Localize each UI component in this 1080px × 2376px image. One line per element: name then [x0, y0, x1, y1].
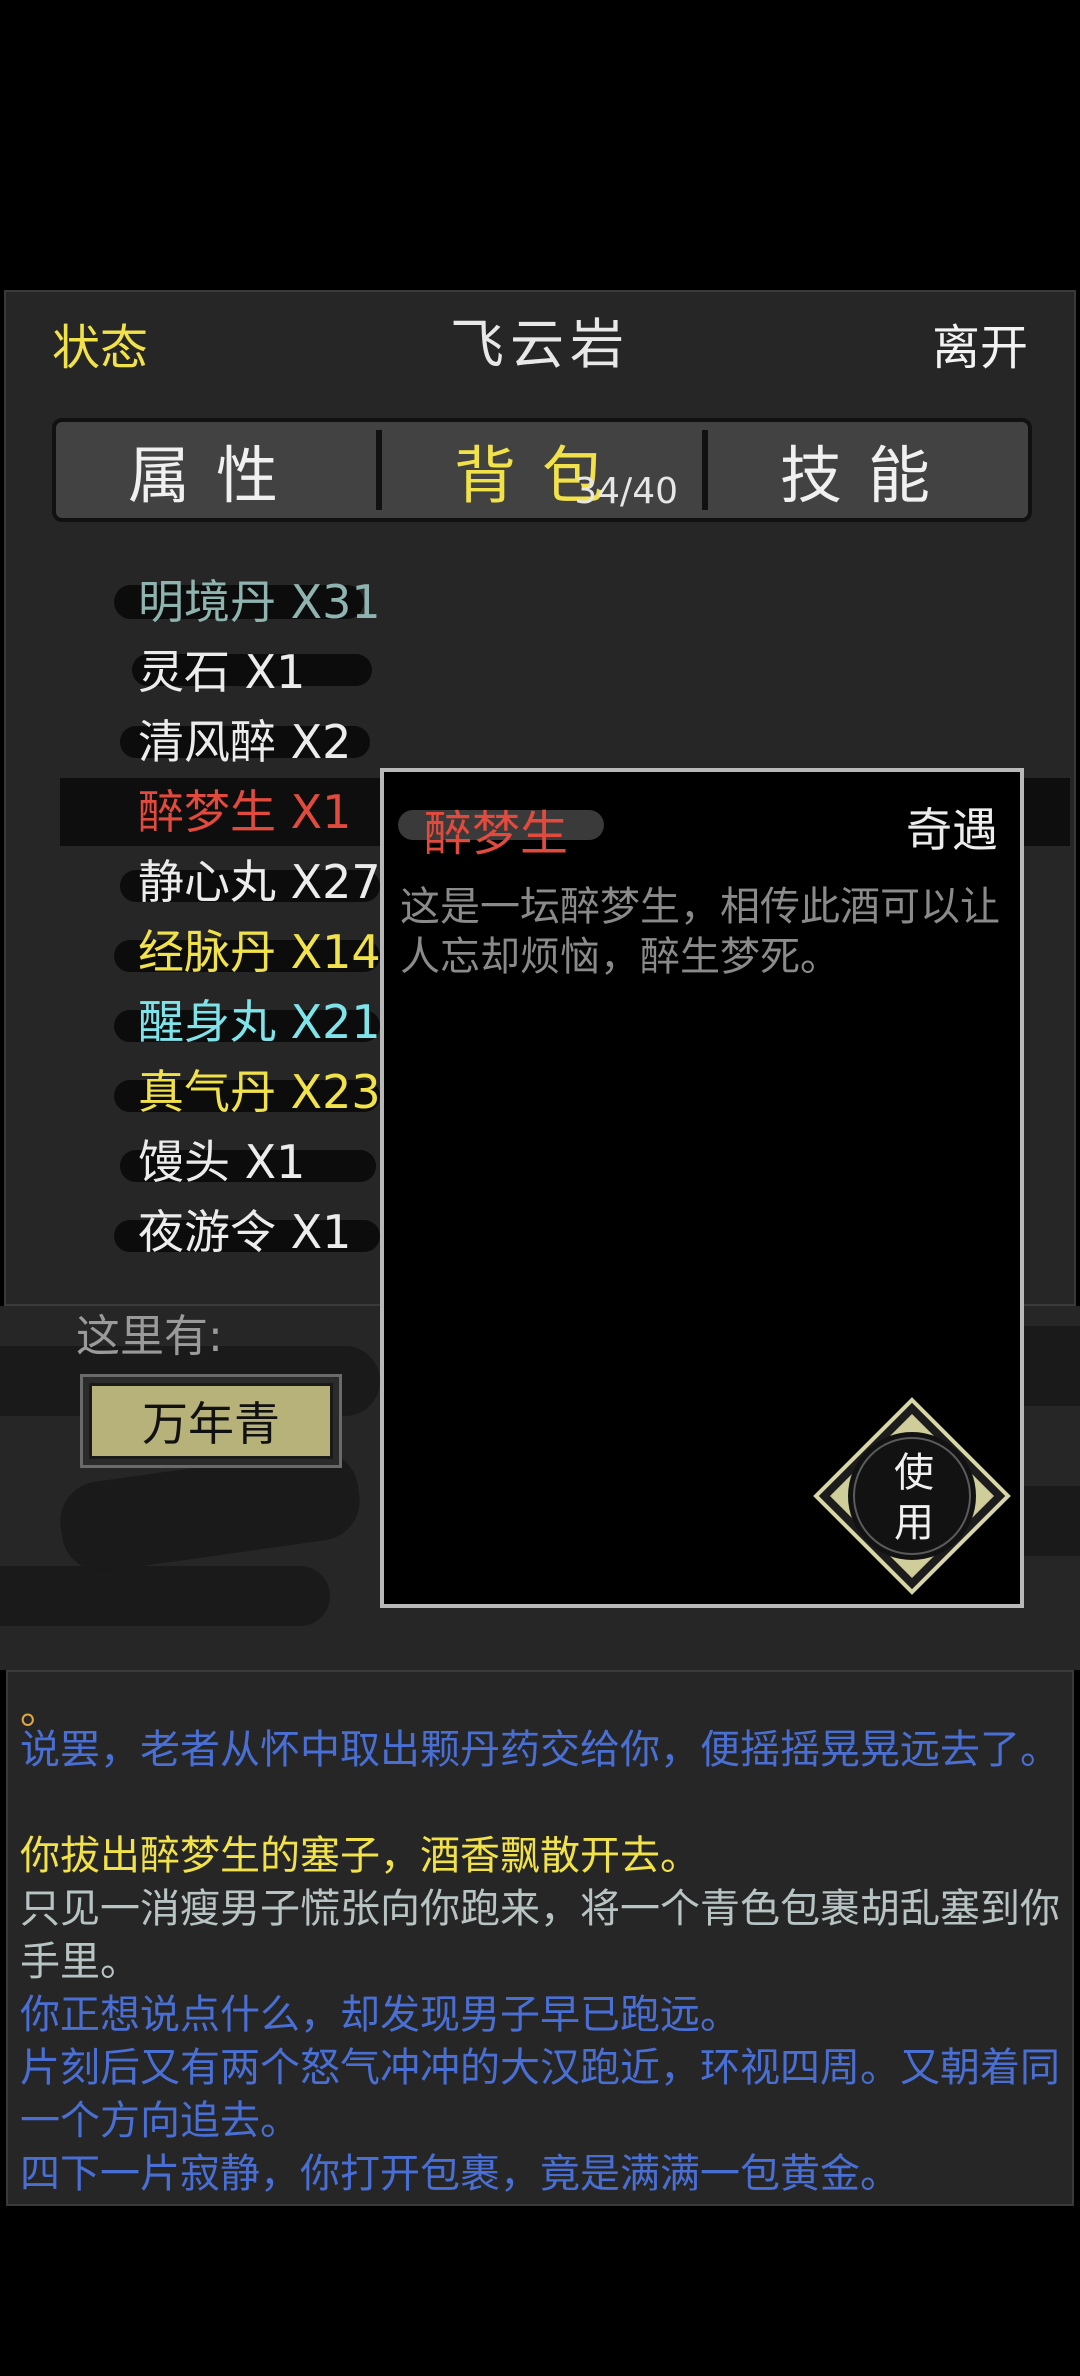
inventory-item[interactable]: 醒身丸 X21 — [138, 990, 381, 1054]
tab-bar: 属性 背包 34/40 技能 — [52, 418, 1032, 522]
item-description: 这是一坛醉梦生，相传此酒可以让人忘却烦恼，醉生梦死。 — [400, 884, 1000, 980]
inventory-item[interactable]: 静心丸 X27 — [138, 850, 381, 914]
here-label: 这里有: — [76, 1311, 223, 1362]
item-name: 醉梦生 — [424, 806, 569, 862]
npc-label: 万年青 — [89, 1383, 333, 1459]
log-line: 只见一消瘦男子慌张向你跑来，将一个青色包裹胡乱塞到你手里。 — [20, 1886, 1060, 1985]
bag-capacity: 34/40 — [574, 471, 678, 512]
use-label-bottom: 用 — [894, 1500, 934, 1546]
log-line: 片刻后又有两个怒气冲冲的大汉跑近，环视四周。又朝着同一个方向追去。 — [20, 2045, 1060, 2144]
npc-button[interactable]: 万年青 — [80, 1374, 342, 1468]
inventory-item[interactable]: 醉梦生 X1 — [138, 780, 351, 844]
tab-bag[interactable]: 背包 34/40 — [382, 422, 702, 518]
log-line: 说罢，老者从怀中取出颗丹药交给你，便摇摇晃晃远去了。 — [20, 1727, 1060, 1773]
location-title: 飞云岩 — [450, 313, 630, 376]
item-type: 奇遇 — [906, 803, 998, 857]
log-line: 四下一片寂静，你打开包裹，竟是满满一包黄金。 — [20, 2151, 900, 2197]
inventory-item[interactable]: 清风醉 X2 — [138, 710, 351, 774]
inventory-item[interactable]: 真气丹 X23 — [138, 1060, 381, 1124]
leave-button[interactable]: 离开 — [932, 308, 1028, 378]
inventory-item[interactable]: 经脉丹 X14 — [138, 920, 381, 984]
tab-attributes[interactable]: 属性 — [56, 422, 376, 518]
inventory-item[interactable]: 馒头 X1 — [138, 1130, 305, 1194]
inventory-item[interactable]: 灵石 X1 — [138, 640, 305, 704]
tab-skills[interactable]: 技能 — [708, 422, 1028, 518]
ink-streak — [0, 1566, 330, 1626]
use-label-top: 使 — [894, 1450, 934, 1496]
inventory-item[interactable]: 夜游令 X1 — [138, 1200, 351, 1264]
log-line: 你正想说点什么，却发现男子早已跑远。 — [20, 1992, 740, 2038]
inventory-item[interactable]: 明境丹 X31 — [138, 570, 381, 634]
log-line: 你拔出醉梦生的塞子，酒香飘散开去。 — [20, 1833, 700, 1879]
use-button-label: 使 用 — [872, 1448, 956, 1548]
